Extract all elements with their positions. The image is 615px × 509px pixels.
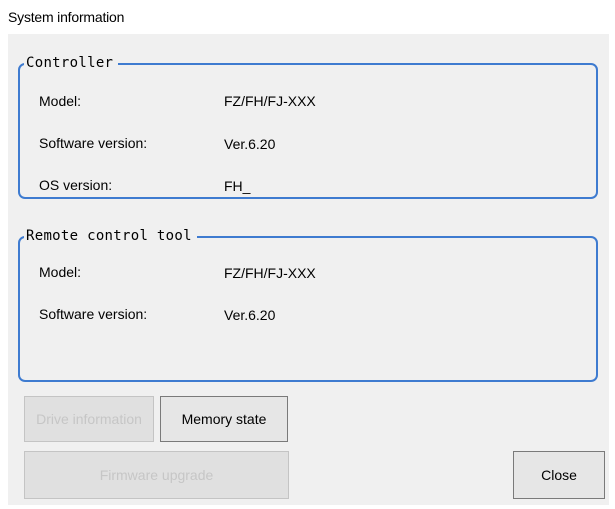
remote-software-version-label: Software version: (39, 306, 148, 322)
memory-state-button[interactable]: Memory state (160, 396, 288, 442)
controller-software-version-value: Ver.6.20 (224, 136, 276, 152)
close-button[interactable]: Close (513, 451, 605, 499)
controller-os-version-label: OS version: (39, 177, 113, 193)
drive-information-button[interactable]: Drive information (24, 396, 154, 442)
controller-software-version-label: Software version: (39, 135, 148, 151)
remote-model-label: Model: (39, 264, 82, 280)
window-title: System information (8, 9, 125, 25)
remote-software-version-value: Ver.6.20 (224, 307, 276, 323)
controller-os-version-value: FH_ (224, 178, 251, 194)
remote-control-tool-group-legend: Remote control tool (24, 227, 197, 245)
controller-group: Controller Model: FZ/FH/FJ-XXX Software … (18, 54, 598, 199)
remote-control-tool-group: Remote control tool Model: FZ/FH/FJ-XXX … (18, 227, 598, 382)
controller-model-label: Model: (39, 93, 82, 109)
firmware-upgrade-button[interactable]: Firmware upgrade (24, 451, 289, 499)
remote-model-value: FZ/FH/FJ-XXX (224, 265, 316, 281)
controller-model-value: FZ/FH/FJ-XXX (224, 93, 316, 109)
controller-group-legend: Controller (24, 54, 119, 72)
